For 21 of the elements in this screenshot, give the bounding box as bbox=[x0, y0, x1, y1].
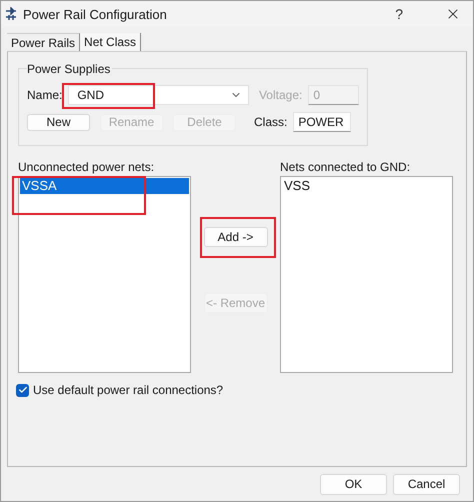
checkbox-label: Use default power rail connections? bbox=[33, 383, 224, 397]
group-title: Power Supplies bbox=[27, 62, 112, 76]
dialog-button[interactable]: OK bbox=[320, 474, 387, 494]
list-label: Unconnected power nets: bbox=[18, 160, 156, 174]
name-dropdown[interactable]: GND bbox=[68, 85, 249, 105]
transfer-button[interactable]: Add -> bbox=[204, 227, 268, 247]
list-item[interactable]: VSS bbox=[282, 178, 451, 194]
list-item[interactable]: VSSA bbox=[20, 178, 189, 194]
app-icon bbox=[5, 7, 17, 21]
list-label: Nets connected to GND: bbox=[280, 160, 412, 174]
tab[interactable]: Power Rails bbox=[7, 33, 80, 51]
checkbox[interactable] bbox=[16, 384, 29, 396]
voltage-label: Voltage: bbox=[258, 88, 302, 102]
tab[interactable]: Net Class bbox=[80, 33, 142, 51]
class-label: Class: bbox=[254, 115, 288, 129]
help-button[interactable]: ? bbox=[395, 6, 403, 22]
class-field[interactable]: POWER bbox=[293, 112, 352, 132]
name-label: Name: bbox=[27, 88, 62, 102]
window-title: Power Rail Configuration bbox=[23, 6, 168, 22]
action-button[interactable]: New bbox=[27, 114, 90, 130]
dialog-button[interactable]: Cancel bbox=[393, 474, 460, 494]
